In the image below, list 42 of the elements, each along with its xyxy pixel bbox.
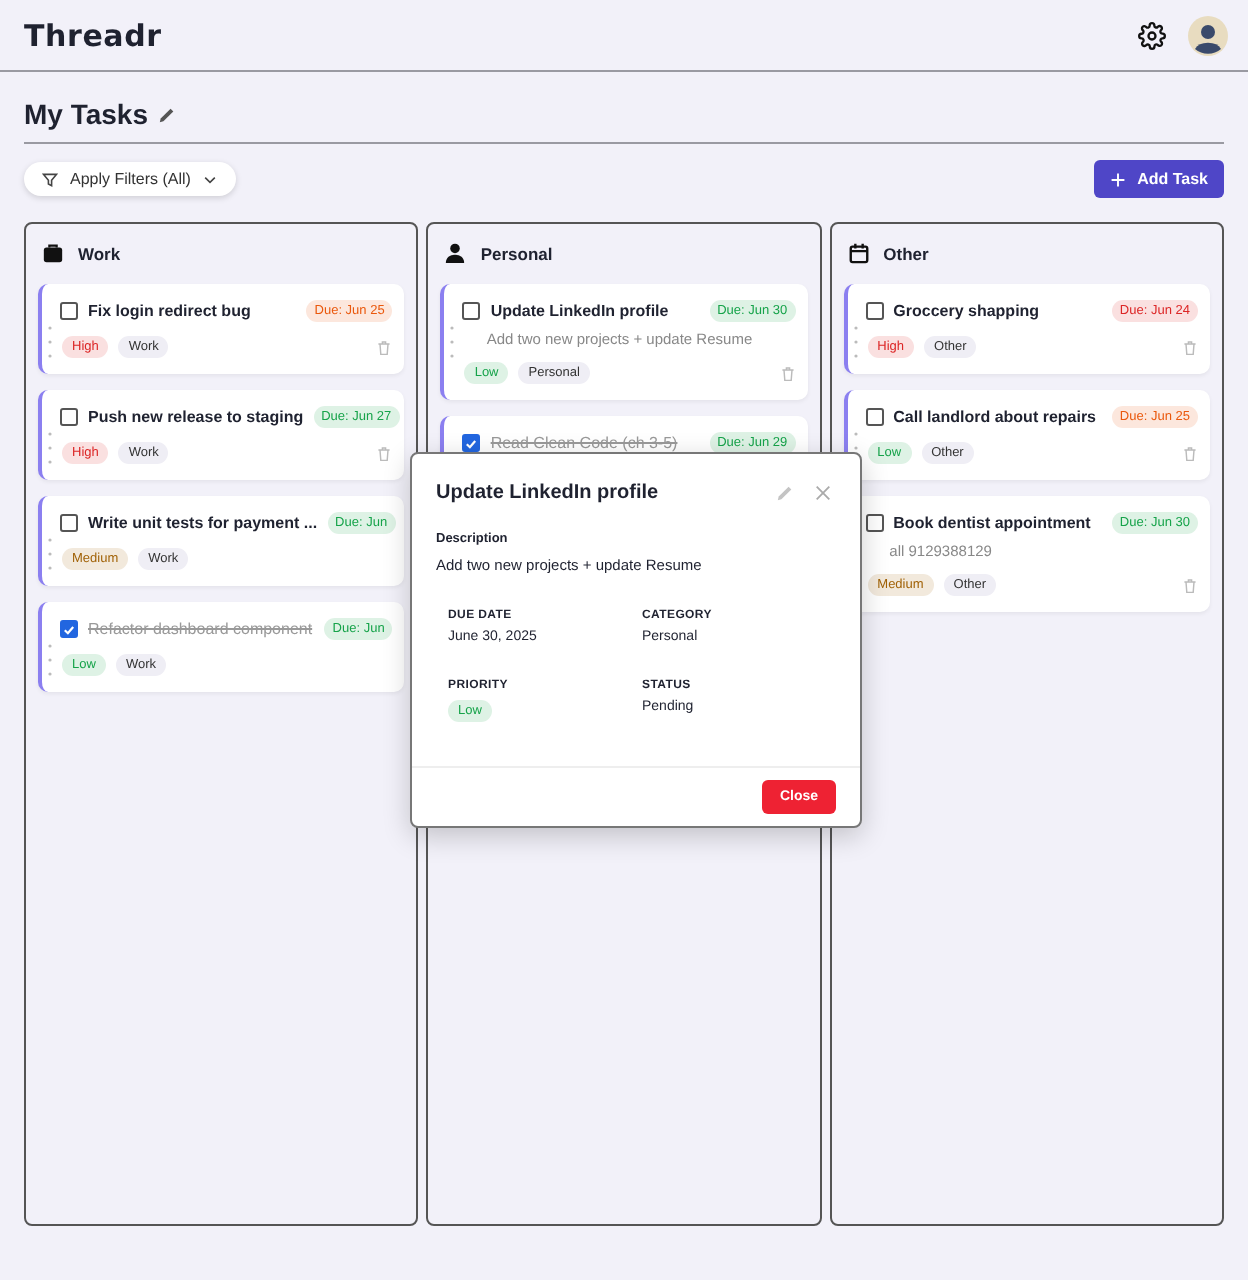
task-title: Fix login redirect bug	[88, 302, 253, 320]
task-title: Update LinkedIn profile	[490, 302, 671, 320]
task-title: Groccery shapping	[893, 302, 1042, 320]
trash-icon[interactable]	[1181, 577, 1198, 593]
task-title: Push new release to staging	[88, 408, 304, 426]
app-logo: Threadr	[24, 17, 162, 53]
trash-icon[interactable]	[376, 339, 393, 355]
filter-button[interactable]: Apply Filters (All)	[24, 162, 237, 196]
checkbox[interactable]	[462, 302, 481, 320]
checkbox[interactable]	[865, 514, 884, 532]
checkbox[interactable]	[60, 620, 78, 638]
person-icon	[444, 242, 467, 264]
pencil-icon[interactable]	[158, 105, 176, 123]
add-task-button[interactable]: Add Task	[1093, 160, 1224, 198]
settings-icon[interactable]	[1138, 21, 1166, 49]
task-title: Write unit tests for payment ...	[88, 514, 318, 532]
task-title: Book dentist appointment	[893, 514, 1093, 532]
avatar[interactable]	[1188, 15, 1228, 55]
plus-icon	[1109, 171, 1126, 187]
column-title: Personal	[480, 243, 553, 263]
checkbox[interactable]	[60, 302, 78, 320]
column-title: Other	[883, 243, 929, 263]
checkbox[interactable]	[60, 408, 78, 426]
caret-icon	[202, 171, 219, 187]
task-title: Refactor dashboard component	[88, 620, 315, 638]
checkbox[interactable]	[865, 408, 884, 426]
column-title: Work	[78, 243, 121, 263]
close-icon[interactable]	[814, 484, 832, 502]
dialog-title: Update LinkedIn profile	[436, 482, 661, 504]
checkbox[interactable]	[60, 514, 78, 532]
task-title: Read Clean Code (ch 3-5)	[490, 434, 680, 452]
trash-icon[interactable]	[779, 365, 796, 381]
trash-icon[interactable]	[1181, 445, 1198, 461]
trash-icon[interactable]	[1181, 339, 1198, 355]
briefcase-icon	[42, 242, 64, 264]
checkbox[interactable]	[462, 434, 481, 452]
filter-icon	[42, 171, 58, 187]
checkbox[interactable]	[865, 302, 884, 320]
page-title: My Tasks	[24, 98, 148, 130]
calendar-icon	[847, 242, 870, 264]
task-title: Call landlord about repairs	[893, 408, 1099, 426]
trash-icon[interactable]	[376, 445, 393, 461]
